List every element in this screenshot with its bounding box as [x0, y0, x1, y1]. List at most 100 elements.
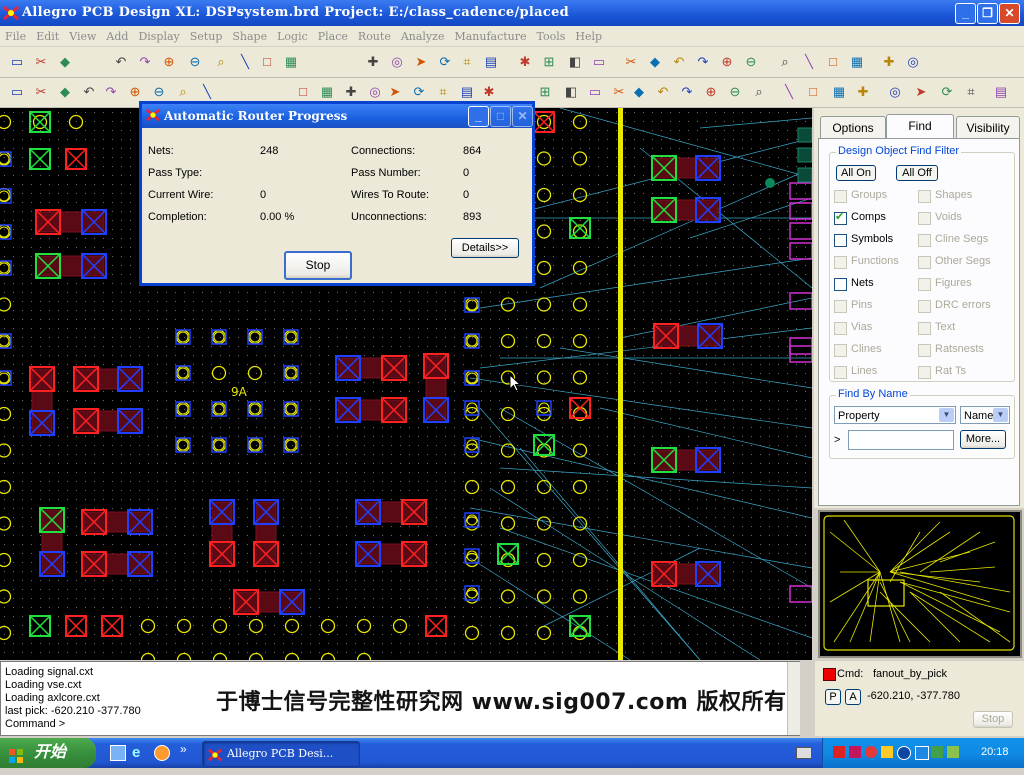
- toolbar2-tool-icon[interactable]: ⌕: [174, 83, 192, 101]
- toolbar2-tool-icon[interactable]: ✂: [32, 83, 50, 101]
- toolbar2-tool-icon[interactable]: ▭: [8, 83, 26, 101]
- toolbar2-tool-icon[interactable]: ⊕: [126, 83, 144, 101]
- menu-shape[interactable]: Shape: [227, 30, 272, 43]
- toolbar1-tool-icon[interactable]: ▭: [590, 53, 608, 71]
- toolbar1-tool-icon[interactable]: ⊕: [718, 53, 736, 71]
- menu-add[interactable]: Add: [101, 30, 133, 43]
- close-button[interactable]: ✕: [999, 3, 1020, 24]
- menu-place[interactable]: Place: [313, 30, 353, 43]
- toolbar2-tool-icon[interactable]: ⟳: [410, 83, 428, 101]
- toolbar2-tool-icon[interactable]: ▦: [830, 83, 848, 101]
- toolbar2-tool-icon[interactable]: ✱: [480, 83, 498, 101]
- toolbar1-tool-icon[interactable]: ↷: [136, 53, 154, 71]
- tray-icon-4[interactable]: [881, 746, 893, 758]
- toolbar2-tool-icon[interactable]: □: [294, 83, 312, 101]
- toolbar2-tool-icon[interactable]: ▭: [586, 83, 604, 101]
- taskbar-item-allegro[interactable]: Allegro PCB Desi...: [202, 741, 360, 767]
- dialog-title-bar[interactable]: Automatic Router Progress _ □ ✕: [142, 104, 533, 128]
- toolbar1-tool-icon[interactable]: ◆: [646, 53, 664, 71]
- tab-visibility[interactable]: Visibility: [956, 116, 1020, 139]
- toolbar1-tool-icon[interactable]: ⊕: [160, 53, 178, 71]
- tab-find[interactable]: Find: [886, 114, 954, 139]
- tab-options[interactable]: Options: [820, 116, 886, 139]
- toolbar2-tool-icon[interactable]: ▤: [992, 83, 1010, 101]
- toolbar2-tool-icon[interactable]: ╲: [780, 83, 798, 101]
- toolbar1-tool-icon[interactable]: ⌕: [776, 53, 794, 71]
- toolbar2-tool-icon[interactable]: ╲: [198, 83, 216, 101]
- toolbar1-tool-icon[interactable]: ▦: [282, 53, 300, 71]
- toolbar1-tool-icon[interactable]: ▭: [8, 53, 26, 71]
- toolbar1-tool-icon[interactable]: ▦: [848, 53, 866, 71]
- dialog-maximize-button[interactable]: □: [490, 106, 511, 127]
- toolbar1-tool-icon[interactable]: ⌕: [212, 53, 230, 71]
- toolbar1-tool-icon[interactable]: ↷: [694, 53, 712, 71]
- property-select[interactable]: Property ▼: [834, 406, 956, 424]
- tray-icon-6[interactable]: [915, 746, 929, 760]
- toolbar2-tool-icon[interactable]: ⌗: [434, 83, 452, 101]
- console-scrollbar[interactable]: [787, 662, 800, 735]
- toolbar2-tool-icon[interactable]: ◧: [562, 83, 580, 101]
- tray-icon-7[interactable]: [931, 746, 943, 758]
- menu-manufacture[interactable]: Manufacture: [449, 30, 531, 43]
- menu-view[interactable]: View: [64, 30, 101, 43]
- toolbar2-tool-icon[interactable]: ↷: [678, 83, 696, 101]
- toolbar1-tool-icon[interactable]: ✂: [622, 53, 640, 71]
- maximize-button[interactable]: ❐: [977, 3, 998, 24]
- menu-help[interactable]: Help: [570, 30, 607, 43]
- toolbar2-tool-icon[interactable]: ↶: [80, 83, 98, 101]
- tray-icon-5[interactable]: [897, 746, 911, 760]
- quicklaunch-desktop-icon[interactable]: [110, 745, 126, 761]
- toolbar2-tool-icon[interactable]: ▦: [318, 83, 336, 101]
- toolbar2-tool-icon[interactable]: ✚: [342, 83, 360, 101]
- a-button[interactable]: A: [845, 689, 861, 705]
- toolbar1-tool-icon[interactable]: ⟳: [436, 53, 454, 71]
- quicklaunch-more[interactable]: »: [180, 742, 187, 756]
- menu-setup[interactable]: Setup: [185, 30, 228, 43]
- checkbox-symbols[interactable]: [834, 234, 847, 247]
- toolbar2-tool-icon[interactable]: ✚: [854, 83, 872, 101]
- toolbar1-tool-icon[interactable]: ✱: [516, 53, 534, 71]
- checkbox-nets[interactable]: [834, 278, 847, 291]
- toolbar1-tool-icon[interactable]: ✂: [32, 53, 50, 71]
- toolbar1-tool-icon[interactable]: ✚: [364, 53, 382, 71]
- menu-analyze[interactable]: Analyze: [396, 30, 450, 43]
- toolbar2-tool-icon[interactable]: ▤: [458, 83, 476, 101]
- toolbar2-tool-icon[interactable]: ⌕: [750, 83, 768, 101]
- toolbar2-tool-icon[interactable]: ↷: [102, 83, 120, 101]
- tray-icon-2[interactable]: [849, 746, 861, 758]
- stop-button-status[interactable]: Stop: [973, 711, 1013, 728]
- menu-tools[interactable]: Tools: [532, 30, 571, 43]
- toolbar1-tool-icon[interactable]: □: [824, 53, 842, 71]
- tray-icon-3[interactable]: [865, 746, 877, 758]
- menu-file[interactable]: File: [0, 30, 31, 43]
- dialog-close-button[interactable]: ✕: [512, 106, 533, 127]
- toolbar2-tool-icon[interactable]: ◎: [886, 83, 904, 101]
- title-bar[interactable]: Allegro PCB Design XL: DSPsystem.brd Pro…: [0, 0, 1024, 26]
- details-button[interactable]: Details>>: [451, 238, 519, 258]
- toolbar1-tool-icon[interactable]: □: [258, 53, 276, 71]
- start-button[interactable]: 开始: [0, 738, 96, 768]
- toolbar2-tool-icon[interactable]: ◎: [366, 83, 384, 101]
- toolbar1-tool-icon[interactable]: ◆: [56, 53, 74, 71]
- app-icon[interactable]: [3, 5, 19, 21]
- menu-logic[interactable]: Logic: [272, 30, 313, 43]
- toolbar1-tool-icon[interactable]: ↶: [112, 53, 130, 71]
- tray-icon-1[interactable]: [833, 746, 845, 758]
- toolbar2-tool-icon[interactable]: □: [804, 83, 822, 101]
- keyboard-icon[interactable]: [796, 747, 812, 759]
- toolbar2-tool-icon[interactable]: ➤: [386, 83, 404, 101]
- world-view-minimap[interactable]: [818, 510, 1022, 658]
- toolbar1-tool-icon[interactable]: ⊖: [186, 53, 204, 71]
- toolbar2-tool-icon[interactable]: ↶: [654, 83, 672, 101]
- toolbar2-tool-icon[interactable]: ⟳: [938, 83, 956, 101]
- menu-route[interactable]: Route: [353, 30, 396, 43]
- toolbar1-tool-icon[interactable]: ╲: [800, 53, 818, 71]
- name-input[interactable]: [848, 430, 954, 450]
- name-select[interactable]: Name ▼: [960, 406, 1010, 424]
- toolbar1-tool-icon[interactable]: ⊞: [540, 53, 558, 71]
- toolbar2-tool-icon[interactable]: ⊞: [536, 83, 554, 101]
- menu-edit[interactable]: Edit: [31, 30, 64, 43]
- toolbar2-tool-icon[interactable]: ⌗: [962, 83, 980, 101]
- toolbar1-tool-icon[interactable]: ⊖: [742, 53, 760, 71]
- toolbar1-tool-icon[interactable]: ◧: [566, 53, 584, 71]
